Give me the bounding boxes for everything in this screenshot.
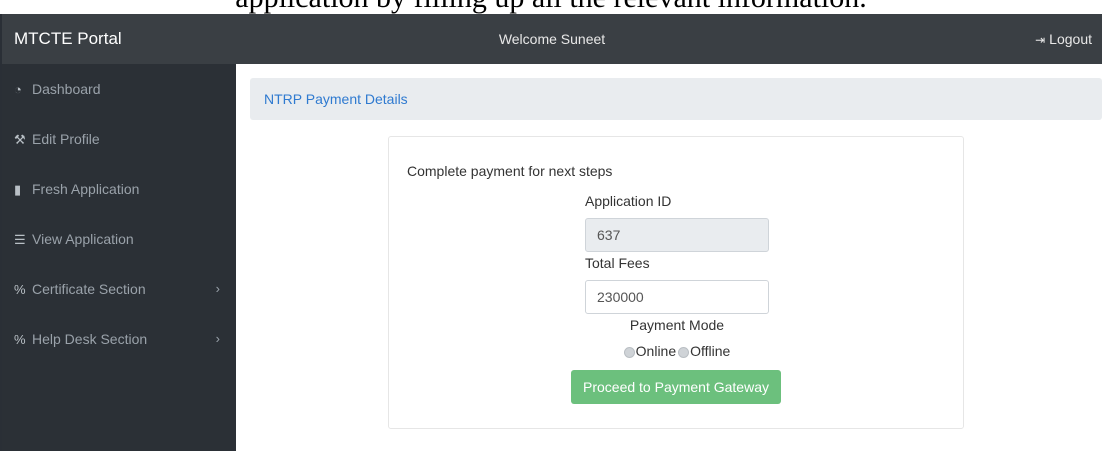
sidebar-item-certificate-section[interactable]: % Certificate Section › xyxy=(2,264,236,314)
sidebar-item-label: Help Desk Section xyxy=(32,331,148,347)
logout-label: Logout xyxy=(1049,31,1092,47)
app-window: MTCTE Portal Welcome Suneet ⇥ Logout ◔ Das… xyxy=(0,14,1102,451)
list-icon: ☰ xyxy=(14,232,26,247)
top-navbar: MTCTE Portal Welcome Suneet ⇥ Logout xyxy=(2,14,1102,64)
dashboard-icon: ◔ xyxy=(14,82,22,97)
sidebar-item-label: Fresh Application xyxy=(32,181,140,197)
page-title: NTRP Payment Details xyxy=(250,78,1102,120)
document-caption-fragment: application by filling up all the releva… xyxy=(0,0,1102,14)
radio-offline[interactable] xyxy=(678,346,690,358)
payment-mode-label: Payment Mode xyxy=(629,317,725,333)
radio-offline-label[interactable]: Offline xyxy=(690,343,730,359)
chevron-right-icon: › xyxy=(215,331,220,346)
sidebar-item-edit-profile[interactable]: ⚒ Edit Profile xyxy=(2,114,236,164)
sidebar-item-help-desk-section[interactable]: % Help Desk Section › xyxy=(2,314,236,364)
sidebar-item-fresh-application[interactable]: ▮ Fresh Application xyxy=(2,164,236,214)
wrench-icon: ⚒ xyxy=(14,132,26,147)
payment-mode-group: Online Offline xyxy=(389,343,965,359)
chevron-right-icon: › xyxy=(215,281,220,296)
sidebar-item-dashboard[interactable]: ◔ Dashboard xyxy=(2,64,236,114)
file-icon: ▮ xyxy=(14,182,22,197)
sidebar-item-label: Edit Profile xyxy=(32,131,100,147)
main-content: NTRP Payment Details Complete payment fo… xyxy=(250,78,1102,451)
logout-link[interactable]: ⇥ Logout xyxy=(1035,14,1092,64)
application-id-field[interactable]: 637 xyxy=(585,218,769,252)
radio-online[interactable] xyxy=(623,346,635,358)
sidebar-item-label: Certificate Section xyxy=(32,281,146,297)
application-id-label: Application ID xyxy=(585,193,672,209)
sidebar-item-view-application[interactable]: ☰ View Application xyxy=(2,214,236,264)
payment-card: Complete payment for next steps Applicat… xyxy=(388,136,964,429)
link-icon: % xyxy=(14,332,26,347)
sidebar-item-label: View Application xyxy=(32,231,134,247)
proceed-to-payment-button[interactable]: Proceed to Payment Gateway xyxy=(571,370,781,404)
total-fees-label: Total Fees xyxy=(585,255,650,271)
link-icon: % xyxy=(14,282,26,297)
intro-text: Complete payment for next steps xyxy=(407,163,613,179)
radio-online-label[interactable]: Online xyxy=(636,343,676,359)
welcome-message: Welcome Suneet xyxy=(498,31,606,47)
total-fees-field[interactable]: 230000 xyxy=(585,280,769,314)
sidebar-item-label: Dashboard xyxy=(32,81,101,97)
sign-out-icon: ⇥ xyxy=(1035,33,1046,47)
sidebar: ◔ Dashboard ⚒ Edit Profile ▮ Fresh Applicat… xyxy=(2,64,236,451)
